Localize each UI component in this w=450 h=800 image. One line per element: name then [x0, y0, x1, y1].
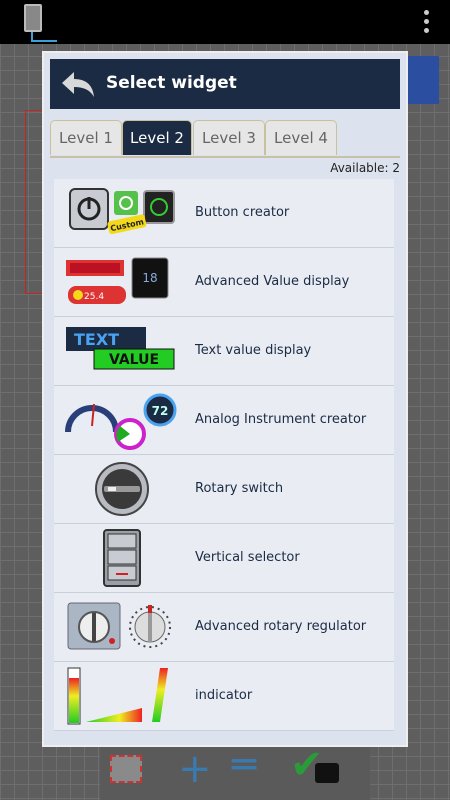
overflow-menu-icon[interactable] — [424, 10, 430, 37]
phone-layout-icon[interactable] — [24, 4, 42, 32]
widget-row-vertical-selector[interactable]: Vertical selector — [54, 524, 394, 593]
widget-row-indicator[interactable]: indicator — [54, 662, 394, 731]
value-thumb-text: 18 — [142, 271, 157, 285]
available-count: Available: 2 — [330, 161, 400, 175]
widget-row-advanced-rotary-regulator[interactable]: Advanced rotary regulator — [54, 593, 394, 662]
widget-label: Button creator — [195, 205, 290, 220]
text-thumb-text: TEXT — [74, 330, 119, 349]
align-icon[interactable]: ═ — [232, 745, 256, 785]
select-tool-icon[interactable] — [110, 755, 142, 783]
widget-row-button-creator[interactable]: Custom Button creator — [54, 179, 394, 248]
tab-level-3[interactable]: Level 3 — [193, 120, 265, 155]
widget-list: Custom Button creator 25.4 18 Advanced V… — [54, 179, 394, 731]
dialog-titlebar: Select widget — [50, 59, 400, 109]
connector-icon — [31, 32, 57, 42]
widget-label: Analog Instrument creator — [195, 412, 367, 427]
widget-label: Advanced rotary regulator — [195, 619, 367, 634]
level-tabs: Level 1 Level 2 Level 3 Level 4 — [50, 120, 400, 158]
text-value-icon: TEXT VALUE — [66, 327, 175, 370]
dialog-title: Select widget — [106, 73, 237, 93]
rotary-regulator-icon — [67, 602, 171, 650]
select-widget-dialog: Select widget Level 1 Level 2 Level 3 Le… — [44, 53, 406, 745]
widget-label: Rotary switch — [195, 481, 284, 496]
gauge-icon: 72 — [65, 393, 177, 450]
widget-label: Advanced Value display — [195, 274, 350, 289]
power-button-icon: Custom — [69, 188, 175, 235]
widget-label: Text value display — [195, 343, 312, 358]
bar-indicator-icon — [67, 667, 168, 725]
top-bar — [0, 0, 450, 44]
widget-label: Vertical selector — [195, 550, 300, 565]
tab-level-4[interactable]: Level 4 — [265, 120, 337, 155]
rotary-switch-icon — [95, 462, 149, 516]
widget-label: indicator — [195, 688, 253, 703]
tab-level-1[interactable]: Level 1 — [50, 120, 122, 155]
gauge-thumb-text: 72 — [152, 404, 169, 418]
vertical-selector-icon — [103, 529, 141, 587]
widget-row-analog-instrument[interactable]: 72 Analog Instrument creator — [54, 386, 394, 455]
widget-row-rotary-switch[interactable]: Rotary switch — [54, 455, 394, 524]
text-thumb-text: VALUE — [109, 352, 159, 368]
add-icon[interactable]: + — [178, 749, 212, 789]
widget-row-text-value-display[interactable]: TEXT VALUE Text value display — [54, 317, 394, 386]
value-display-icon: 25.4 18 — [66, 257, 169, 304]
lock-icon[interactable] — [315, 763, 339, 783]
bottom-toolbar: + ═ ✔ — [100, 745, 370, 800]
widget-row-advanced-value-display[interactable]: 25.4 18 Advanced Value display — [54, 248, 394, 317]
tab-level-2[interactable]: Level 2 — [122, 120, 192, 155]
background-nav-chevron — [405, 56, 439, 104]
value-thumb-text: 25.4 — [84, 292, 104, 302]
back-arrow-icon[interactable] — [60, 69, 96, 99]
